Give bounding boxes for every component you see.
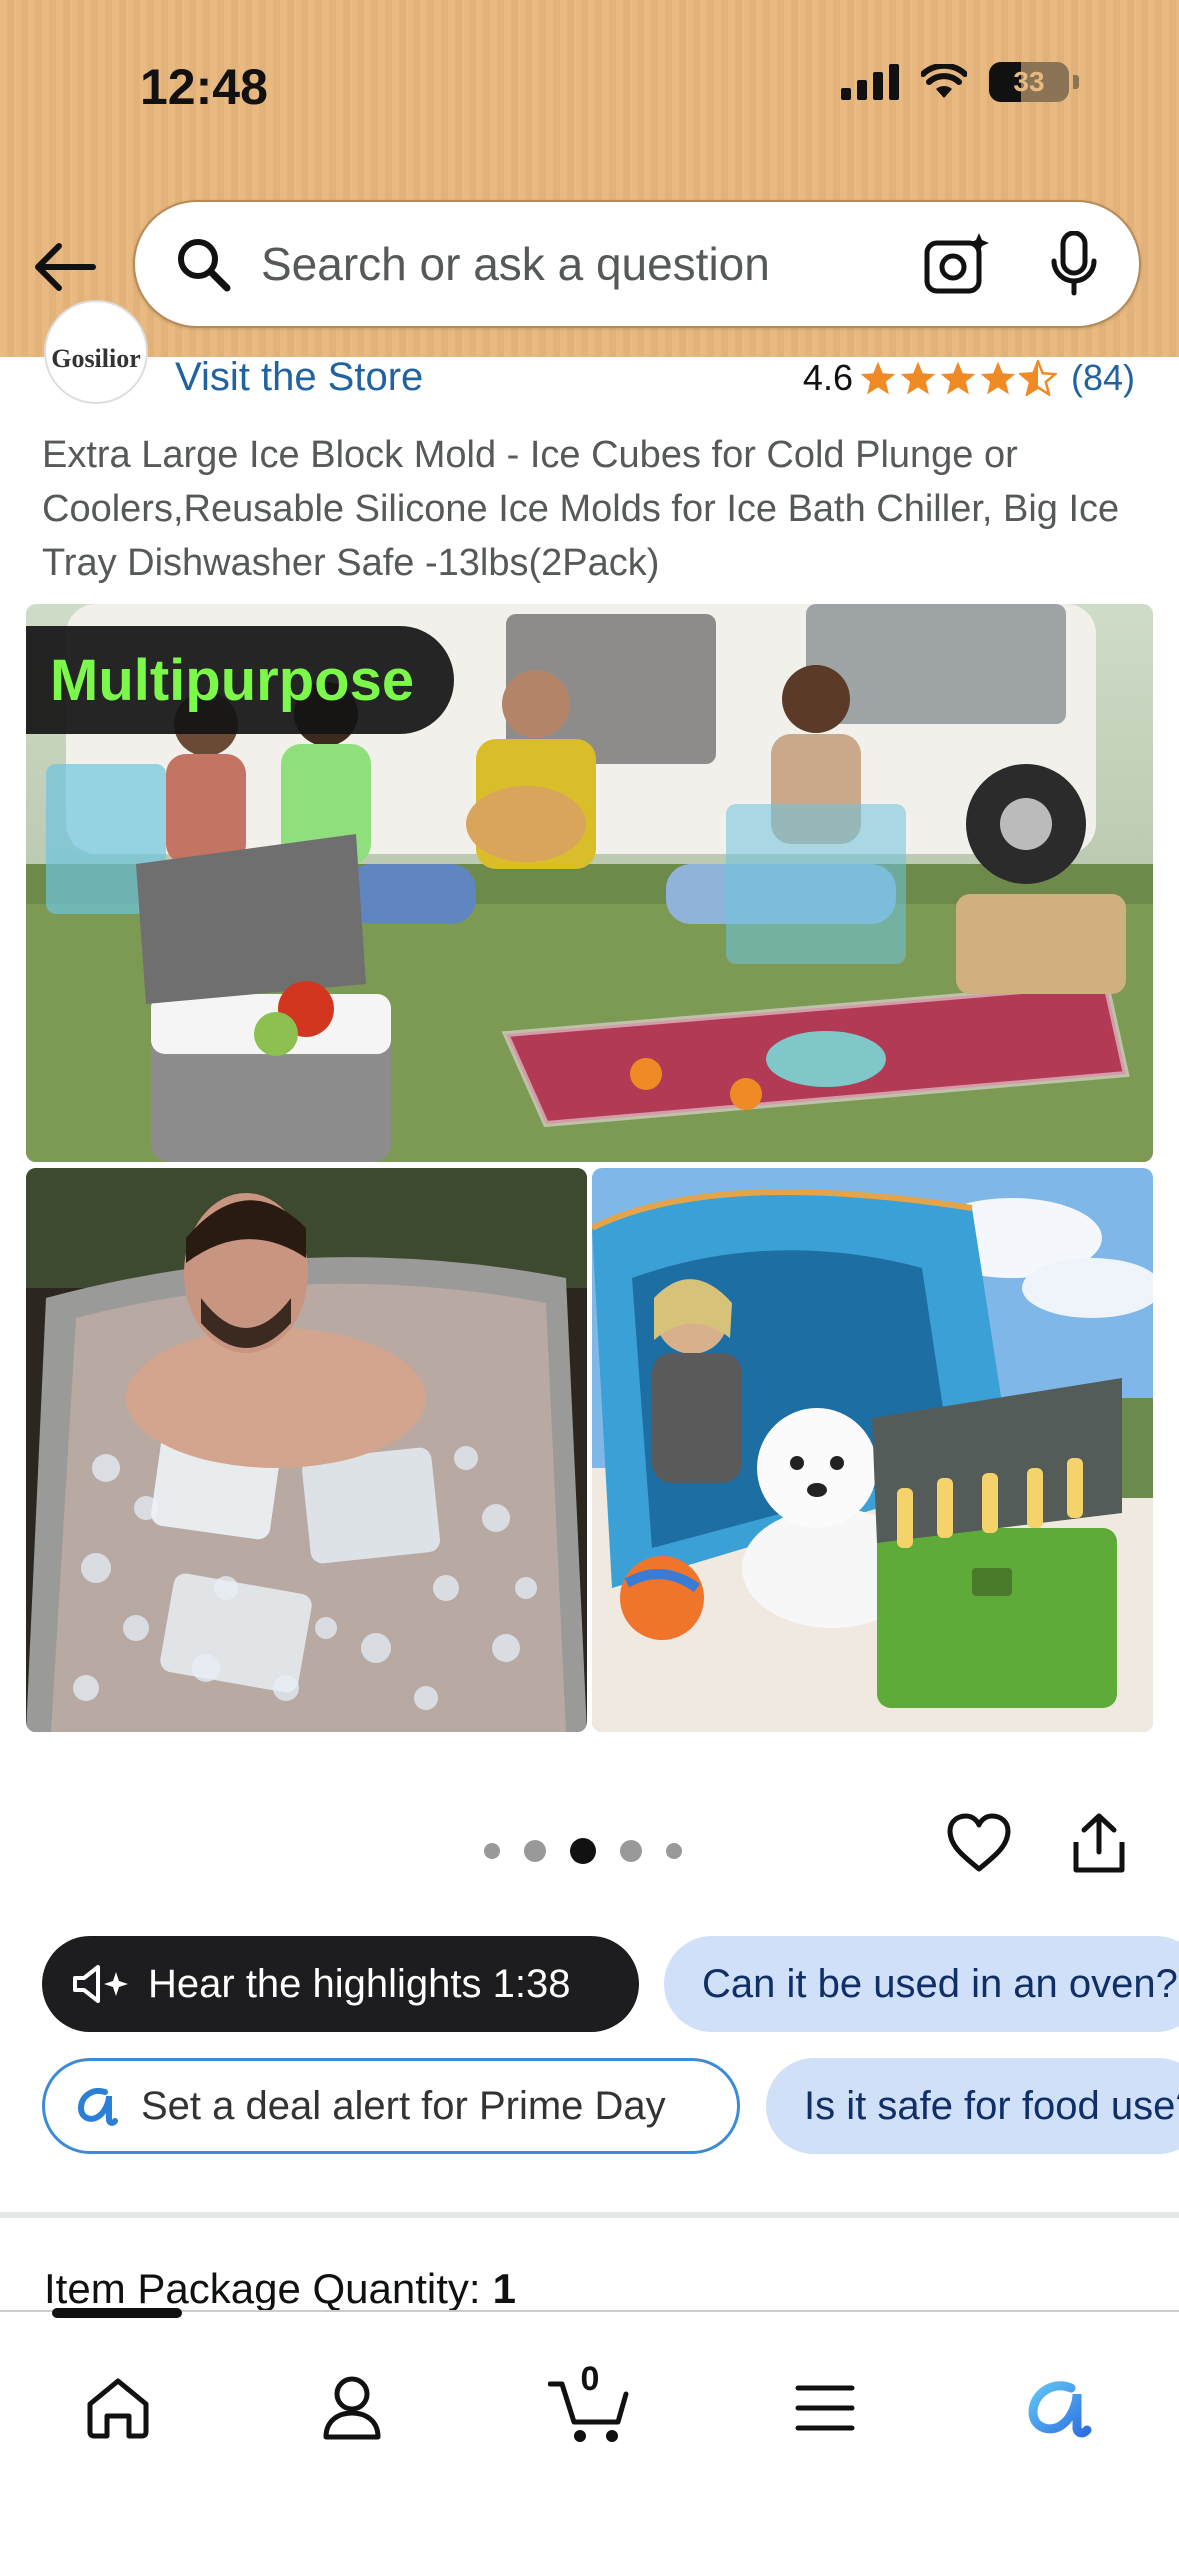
item-package-quantity[interactable]: Item Package Quantity: 1: [44, 2265, 516, 2313]
question-chip-oven[interactable]: Can it be used in an oven?: [664, 1936, 1179, 2032]
product-image-camping[interactable]: Multipurpose: [26, 604, 1153, 1162]
hear-highlights-label: Hear the highlights 1:38: [148, 1961, 571, 2006]
status-time: 12:48: [140, 59, 268, 115]
wishlist-button[interactable]: [946, 1812, 1012, 1879]
rating-value: 4.6: [802, 357, 853, 398]
menu-icon: [795, 2385, 855, 2431]
rating-summary[interactable]: 4.6 (84): [803, 357, 1135, 399]
share-button[interactable]: [1072, 1812, 1126, 1881]
search-actions: [923, 231, 1099, 297]
rating-count: (84): [1070, 357, 1135, 398]
speaker-sparkle-icon: [72, 1964, 130, 2004]
rating-stars: [859, 360, 1057, 396]
bottom-navigation: 0: [0, 2308, 1179, 2556]
nav-active-indicator: [52, 2308, 182, 2318]
rufus-icon: [75, 2086, 119, 2126]
battery-icon: 33: [989, 62, 1069, 102]
section-divider: [0, 2212, 1179, 2218]
product-title: Extra Large Ice Block Mold - Ice Cubes f…: [42, 434, 1120, 584]
cellular-signal-icon: [841, 64, 899, 100]
store-logo-text: Gosilior: [51, 344, 141, 373]
battery-level: 33: [1013, 66, 1045, 97]
user-icon: [323, 2376, 381, 2440]
question-chip-food[interactable]: Is it safe for food use?: [766, 2058, 1179, 2154]
deal-alert-button[interactable]: Set a deal alert for Prime Day: [42, 2058, 740, 2154]
star-half-icon: [1018, 360, 1057, 396]
question-chip-oven-label: Can it be used in an oven?: [702, 1961, 1178, 2006]
cart-count: 0: [580, 2360, 600, 2398]
battery-tip: [1073, 75, 1079, 89]
carousel-dots[interactable]: [484, 1838, 682, 1864]
visit-store-link[interactable]: Visit the Store: [175, 355, 423, 400]
nav-cart[interactable]: 0: [540, 2358, 640, 2458]
carousel-dot-active[interactable]: [570, 1838, 596, 1864]
home-icon: [87, 2378, 149, 2439]
microphone-icon[interactable]: [1049, 231, 1099, 297]
carousel-dot[interactable]: [484, 1843, 500, 1859]
multipurpose-badge: Multipurpose: [26, 626, 455, 734]
carousel-dot[interactable]: [666, 1843, 682, 1859]
star-icon: [900, 361, 936, 395]
carousel-dot[interactable]: [524, 1840, 546, 1862]
deal-alert-label: Set a deal alert for Prime Day: [141, 2083, 666, 2128]
search-bar[interactable]: Search or ask a question: [133, 200, 1141, 328]
beach-scene-illustration: [592, 1168, 1153, 1732]
status-icons: 33: [841, 62, 1079, 102]
nav-home[interactable]: [68, 2358, 168, 2458]
search-icon: [178, 239, 231, 292]
hear-highlights-button[interactable]: Hear the highlights 1:38: [42, 1936, 639, 2032]
app-header: 12:48 33 Search or ask a question: [0, 0, 1179, 357]
camera-icon[interactable]: [923, 231, 989, 297]
question-chip-food-label: Is it safe for food use?: [804, 2083, 1179, 2128]
rufus-icon: [1028, 2381, 1092, 2438]
nav-account[interactable]: [302, 2358, 402, 2458]
quantity-value: 1: [492, 2265, 516, 2312]
star-icon: [940, 361, 976, 395]
star-icon: [860, 361, 896, 395]
back-arrow-icon: [35, 243, 96, 291]
product-image-ice-bath[interactable]: [26, 1168, 587, 1732]
back-button[interactable]: [30, 232, 100, 302]
search-input[interactable]: Search or ask a question: [261, 237, 923, 291]
heart-icon: [947, 1813, 1011, 1872]
ice-bath-illustration: [26, 1168, 587, 1732]
carousel-dot[interactable]: [620, 1840, 642, 1862]
share-icon: [1073, 1813, 1125, 1873]
nav-menu[interactable]: [775, 2358, 875, 2458]
wifi-icon: [921, 64, 967, 98]
store-logo[interactable]: Gosilior: [44, 300, 148, 404]
product-image-beach[interactable]: [592, 1168, 1153, 1732]
quantity-label: Item Package Quantity:: [44, 2265, 481, 2312]
nav-rufus[interactable]: [1010, 2358, 1110, 2458]
star-icon: [980, 361, 1016, 395]
